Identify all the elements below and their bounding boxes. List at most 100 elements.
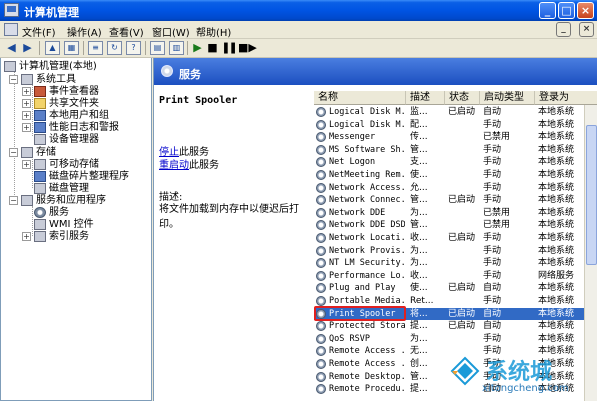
tree-node-indexing-service[interactable]: + 索引服务 <box>22 231 152 243</box>
app-menu-icon[interactable] <box>4 23 18 36</box>
expand-icon[interactable]: + <box>22 99 31 108</box>
cell-description: 无... <box>410 346 428 357</box>
tree-root[interactable]: 计算机管理(本地) <box>4 61 144 73</box>
collapse-icon[interactable]: − <box>9 75 18 84</box>
tree-node-event-viewer[interactable]: + 事件查看器 <box>22 86 152 98</box>
cell-startup-type: 手动 <box>483 333 502 344</box>
device-manager-icon <box>34 134 46 145</box>
up-folder-icon[interactable]: ▲ <box>45 41 60 55</box>
menu-help[interactable]: 帮助(H) <box>196 24 231 39</box>
export-list-icon[interactable]: ▤ <box>150 41 165 55</box>
tree-node-services-apps[interactable]: − 服务和应用程序 <box>9 195 149 207</box>
show-hide-tree-icon[interactable]: ▦ <box>64 41 79 55</box>
close-button[interactable]: × <box>577 2 594 19</box>
forward-arrow-icon[interactable]: ▶ <box>20 41 35 55</box>
table-row[interactable]: Logical Disk M...监...已启动自动本地系统 <box>314 106 597 119</box>
tools-icon <box>21 74 33 85</box>
cell-name: Remote Access ... <box>329 346 405 357</box>
menu-view[interactable]: 查看(V) <box>109 24 144 39</box>
service-gear-icon <box>316 195 326 206</box>
menu-action[interactable]: 操作(A) <box>67 24 102 39</box>
child-close-button[interactable]: × <box>579 22 594 37</box>
start-service-icon[interactable]: ▶ <box>190 41 205 55</box>
column-header-name[interactable]: 名称 <box>314 91 406 105</box>
expand-icon[interactable]: + <box>22 123 31 132</box>
view-icon[interactable]: ▥ <box>169 41 184 55</box>
tree-node-device-manager[interactable]: 设备管理器 <box>34 134 152 146</box>
service-gear-icon <box>316 245 326 256</box>
table-row[interactable]: MS Software Sh...管...手动本地系统 <box>314 144 597 157</box>
table-row[interactable]: Logical Disk M...配...手动本地系统 <box>314 119 597 132</box>
menu-file[interactable]: 文件(F) <box>22 24 56 39</box>
table-row[interactable]: Performance Lo...收...手动网络服务 <box>314 270 597 283</box>
expand-icon[interactable]: + <box>22 232 31 241</box>
cell-name: Logical Disk M... <box>329 119 405 130</box>
refresh-icon[interactable]: ↻ <box>107 41 122 55</box>
service-gear-icon <box>316 270 326 281</box>
expand-icon[interactable]: + <box>22 160 31 169</box>
table-row[interactable]: Network Access...允...手动本地系统 <box>314 182 597 195</box>
title-bar[interactable]: 计算机管理 _ □ × <box>0 0 597 21</box>
cell-name: Messenger <box>329 132 376 143</box>
help-icon[interactable]: ? <box>126 41 141 55</box>
column-header-description[interactable]: 描述 <box>406 91 445 105</box>
pause-service-icon[interactable]: ❚❚ <box>221 41 237 55</box>
table-row[interactable]: Network Locati...收...已启动手动本地系统 <box>314 232 597 245</box>
service-gear-icon <box>316 384 326 395</box>
expand-icon[interactable]: + <box>22 87 31 96</box>
tree-node-services[interactable]: 服务 <box>34 207 152 219</box>
cell-startup-type: 已禁用 <box>483 220 511 231</box>
collapse-icon[interactable]: − <box>9 196 18 205</box>
tree-node-removable-storage[interactable]: + 可移动存储 <box>22 159 152 171</box>
cell-startup-type: 已禁用 <box>483 207 511 218</box>
cell-name: NT LM Security... <box>329 258 405 269</box>
scrollbar-thumb[interactable] <box>586 125 597 265</box>
cell-name: Network Provis... <box>329 245 405 256</box>
service-gear-icon <box>316 144 326 155</box>
cell-startup-type: 手动 <box>483 195 502 206</box>
cell-description: 允... <box>410 182 428 193</box>
cell-name: QoS RSVP <box>329 333 370 344</box>
properties-icon[interactable]: ≡ <box>88 41 103 55</box>
minimize-button[interactable]: _ <box>539 2 556 19</box>
tree-node-defragmenter[interactable]: 磁盘碎片整理程序 <box>34 171 152 183</box>
service-gear-icon <box>316 371 326 382</box>
tree-node-performance-logs[interactable]: + 性能日志和警报 <box>22 122 152 134</box>
tree-node-wmi-control[interactable]: WMI 控件 <box>34 219 152 231</box>
menu-window[interactable]: 窗口(W) <box>152 24 190 39</box>
column-header-status[interactable]: 状态 <box>445 91 480 105</box>
back-arrow-icon[interactable]: ◀ <box>4 41 19 55</box>
expand-icon[interactable]: + <box>22 111 31 120</box>
column-header-logon-as[interactable]: 登录为 <box>535 91 597 105</box>
table-row[interactable]: QoS RSVP 为... 手动 本地系统 <box>314 333 597 346</box>
table-row[interactable]: Network DDE 为... 已禁用 本地系统 <box>314 207 597 220</box>
services-apps-icon <box>21 195 33 206</box>
cell-description: 收... <box>410 233 428 243</box>
tree-node-local-users[interactable]: + 本地用户和组 <box>22 110 152 122</box>
tree-node-disk-management[interactable]: 磁盘管理 <box>34 183 152 195</box>
tree-node-system-tools[interactable]: − 系统工具 <box>9 74 149 86</box>
table-row[interactable]: Network Connec...管...已启动手动本地系统 <box>314 194 597 207</box>
column-header-startup-type[interactable]: 启动类型 <box>480 91 535 105</box>
tree-node-storage[interactable]: − 存储 <box>9 147 149 159</box>
table-row[interactable]: NT LM Security...为...手动本地系统 <box>314 257 597 270</box>
table-row[interactable]: Protected Storage提...已启动自动本地系统 <box>314 320 597 333</box>
maximize-button[interactable]: □ <box>558 2 575 19</box>
table-row[interactable]: Net Logon 支... 手动 本地系统 <box>314 156 597 169</box>
table-row[interactable]: NetMeeting Rem...使...手动本地系统 <box>314 169 597 182</box>
table-row[interactable]: Network Provis...为...手动本地系统 <box>314 245 597 258</box>
console-tree: 计算机管理(本地) − 系统工具 + 事件查看器 + 共享文件夹 + 本地用户和… <box>0 58 152 401</box>
performance-icon <box>34 122 46 133</box>
restart-service-link[interactable]: 重启动 <box>159 160 189 171</box>
tree-node-shared-folders[interactable]: + 共享文件夹 <box>22 98 152 110</box>
cell-description: 收... <box>410 270 428 281</box>
restart-service-icon[interactable]: ■▶ <box>238 41 257 55</box>
stop-service-icon[interactable]: ■ <box>205 41 220 55</box>
cell-name: Network DDE <box>329 207 386 218</box>
table-row[interactable]: Messenger 传... 已禁用 本地系统 <box>314 131 597 144</box>
collapse-icon[interactable]: − <box>9 148 18 157</box>
table-row[interactable]: Plug and Play 使... 已启动 自动 本地系统 <box>314 282 597 295</box>
indexing-service-icon <box>34 231 46 242</box>
table-row[interactable]: Network DDE DSDM 管... 已禁用 本地系统 <box>314 219 597 232</box>
child-minimize-button[interactable]: _ <box>556 22 571 37</box>
